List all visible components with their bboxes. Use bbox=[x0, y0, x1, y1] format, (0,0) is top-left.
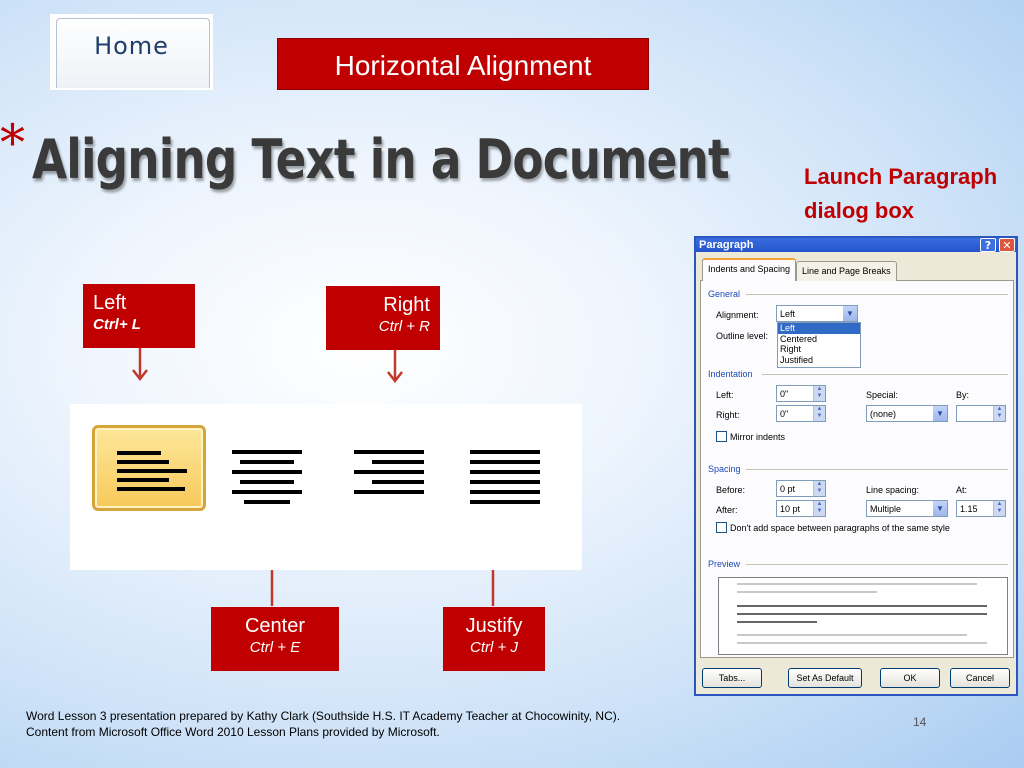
option-right[interactable]: Right bbox=[778, 344, 860, 355]
tab-indents-and-spacing[interactable]: Indents and Spacing bbox=[702, 258, 797, 281]
center-callout-shortcut: Ctrl + E bbox=[249, 639, 301, 656]
tab-line-and-page-breaks[interactable]: Line and Page Breaks bbox=[796, 261, 897, 281]
close-button[interactable]: ✕ bbox=[999, 238, 1015, 252]
arrow-right-down bbox=[387, 350, 403, 384]
left-callout-shortcut: Ctrl+ L bbox=[93, 316, 141, 333]
indent-right-value: 0" bbox=[780, 409, 789, 419]
align-left-button[interactable] bbox=[92, 425, 206, 511]
section-indentation: Indentation bbox=[708, 369, 753, 379]
alignment-dropdown-list[interactable]: Left Centered Right Justified bbox=[777, 322, 861, 368]
chevron-down-icon[interactable]: ▼ bbox=[933, 501, 947, 516]
section-preview: Preview bbox=[708, 559, 741, 569]
before-input[interactable]: 0 pt ▲ ▼ bbox=[776, 480, 826, 497]
alignment-select[interactable]: Left ▼ bbox=[776, 305, 858, 322]
help-button[interactable]: ? bbox=[980, 238, 996, 252]
at-value: 1.15 bbox=[960, 504, 978, 514]
dont-add-space-label: Don't add space between paragraphs of th… bbox=[730, 523, 950, 533]
mirror-indents-checkbox[interactable] bbox=[716, 431, 727, 442]
chevron-down-icon[interactable]: ▼ bbox=[843, 306, 857, 321]
before-value: 0 pt bbox=[780, 484, 796, 494]
special-select-value: (none) bbox=[870, 409, 897, 419]
special-label: Special: bbox=[866, 390, 899, 400]
line-spacing-select[interactable]: Multiple ▼ bbox=[866, 500, 948, 517]
before-label: Before: bbox=[716, 485, 746, 495]
center-callout-name: Center bbox=[244, 615, 306, 637]
dialog-titlebar: Paragraph ? ✕ bbox=[696, 238, 1016, 252]
dont-add-space-checkbox[interactable] bbox=[716, 522, 727, 533]
spinner-icon[interactable]: ▲ ▼ bbox=[993, 406, 1005, 421]
indent-left-label: Left: bbox=[716, 390, 734, 400]
left-callout-name: Left bbox=[93, 292, 127, 314]
outline-level-label: Outline level: bbox=[716, 331, 769, 341]
divider bbox=[762, 374, 1008, 375]
alignment-select-value: Left bbox=[780, 309, 796, 319]
spinner-icon[interactable]: ▲ ▼ bbox=[993, 501, 1005, 516]
align-center-button[interactable] bbox=[228, 444, 304, 506]
preview-box bbox=[718, 577, 1008, 655]
divider bbox=[746, 564, 1008, 565]
launch-paragraph-label: Launch Paragraph dialog box bbox=[804, 164, 998, 223]
spinner-icon[interactable]: ▲ ▼ bbox=[813, 501, 825, 516]
indent-right-label: Right: bbox=[716, 410, 740, 420]
after-label: After: bbox=[716, 505, 738, 515]
tabs-button[interactable]: Tabs... bbox=[702, 668, 762, 688]
slide-title: Aligning Text in a Document bbox=[32, 128, 730, 191]
justify-callout: Justify Ctrl + J bbox=[443, 607, 545, 671]
at-input[interactable]: 1.15 ▲ ▼ bbox=[956, 500, 1006, 517]
indent-left-input[interactable]: 0" ▲ ▼ bbox=[776, 385, 826, 402]
footer-line-1: Word Lesson 3 presentation prepared by K… bbox=[26, 709, 621, 723]
section-general: General bbox=[708, 289, 741, 299]
slide-number: 14 bbox=[913, 715, 927, 729]
special-select[interactable]: (none) ▼ bbox=[866, 405, 948, 422]
arrow-left-down bbox=[132, 348, 148, 382]
ok-button[interactable]: OK bbox=[880, 668, 940, 688]
left-callout: Left Ctrl+ L bbox=[83, 284, 195, 348]
spinner-icon[interactable]: ▲ ▼ bbox=[813, 386, 825, 401]
dialog-title: Paragraph bbox=[699, 239, 754, 251]
alignment-label: Alignment: bbox=[716, 310, 759, 320]
right-callout-name: Right bbox=[383, 294, 430, 316]
option-justified[interactable]: Justified bbox=[778, 355, 860, 366]
indent-right-input[interactable]: 0" ▲ ▼ bbox=[776, 405, 826, 422]
title-bullet: * bbox=[0, 114, 25, 172]
footer-line-2: Content from Microsoft Office Word 2010 … bbox=[26, 725, 440, 739]
line-spacing-value: Multiple bbox=[870, 504, 902, 514]
after-value: 10 pt bbox=[780, 504, 801, 514]
divider bbox=[746, 469, 1008, 470]
option-centered[interactable]: Centered bbox=[778, 334, 860, 345]
divider bbox=[746, 294, 1008, 295]
chevron-down-icon[interactable]: ▼ bbox=[933, 406, 947, 421]
footer: Word Lesson 3 presentation prepared by K… bbox=[26, 708, 620, 740]
home-tab[interactable]: Home bbox=[50, 14, 213, 90]
mirror-indents-label: Mirror indents bbox=[730, 432, 786, 442]
justify-callout-shortcut: Ctrl + J bbox=[470, 639, 518, 656]
set-as-default-button[interactable]: Set As Default bbox=[788, 668, 862, 688]
section-spacing: Spacing bbox=[708, 464, 741, 474]
spinner-icon[interactable]: ▲ ▼ bbox=[813, 406, 825, 421]
line-spacing-label: Line spacing: bbox=[866, 485, 920, 495]
header-banner: Horizontal Alignment bbox=[277, 38, 649, 90]
right-callout-shortcut: Ctrl + R bbox=[378, 318, 430, 335]
align-right-button[interactable] bbox=[350, 444, 426, 506]
option-left[interactable]: Left bbox=[778, 323, 860, 334]
cancel-button[interactable]: Cancel bbox=[950, 668, 1010, 688]
center-callout: Center Ctrl + E bbox=[211, 607, 339, 671]
by-label: By: bbox=[956, 390, 970, 400]
paragraph-dialog: Paragraph ? ✕ Indents and Spacing Line a… bbox=[694, 236, 1018, 696]
by-input[interactable]: ▲ ▼ bbox=[956, 405, 1006, 422]
justify-callout-name: Justify bbox=[465, 615, 523, 637]
after-input[interactable]: 10 pt ▲ ▼ bbox=[776, 500, 826, 517]
align-justify-button[interactable] bbox=[466, 444, 542, 506]
header-title: Horizontal Alignment bbox=[334, 50, 592, 81]
home-tab-label: Home bbox=[94, 32, 169, 60]
indent-left-value: 0" bbox=[780, 389, 789, 399]
at-label: At: bbox=[956, 485, 968, 495]
alignment-buttons-strip bbox=[70, 404, 582, 570]
right-callout: Right Ctrl + R bbox=[326, 286, 440, 350]
spinner-icon[interactable]: ▲ ▼ bbox=[813, 481, 825, 496]
